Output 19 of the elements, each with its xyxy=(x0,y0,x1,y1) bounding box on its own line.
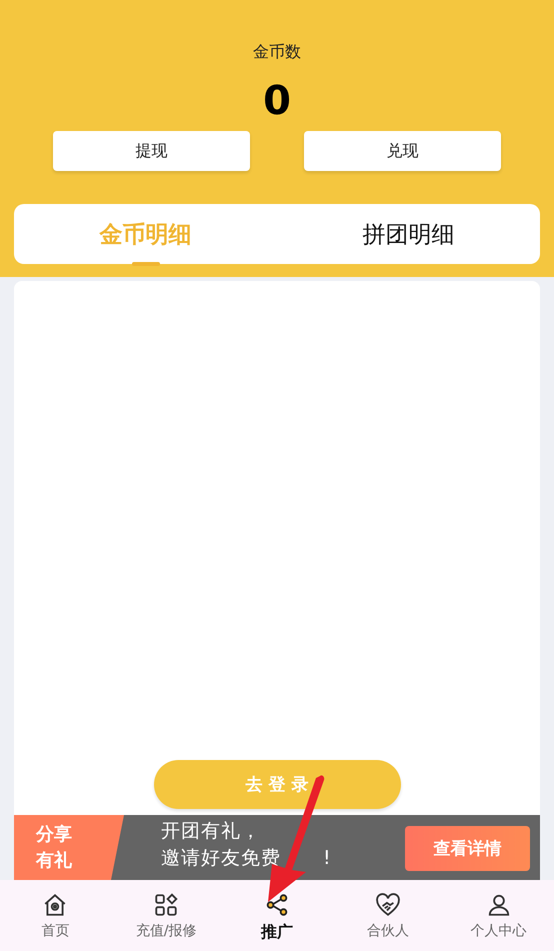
nav-item[interactable]: 推广 xyxy=(222,880,332,951)
promo-text: 开团有礼， xyxy=(161,819,261,844)
nav-item[interactable]: 充值/报修 xyxy=(110,880,222,951)
home-icon xyxy=(42,892,68,918)
redeem-button[interactable]: 兑现 xyxy=(304,131,501,171)
promo-text: ! xyxy=(323,846,332,871)
grid-icon xyxy=(153,892,180,918)
handshake-heart-icon xyxy=(374,892,401,918)
coin-count-label: 金币数 xyxy=(253,42,301,63)
promo-text: 邀请好友免费 xyxy=(161,846,281,871)
withdraw-button[interactable]: 提现 xyxy=(53,131,250,171)
promo-tag-text: 有礼 xyxy=(36,849,73,873)
tab[interactable]: 拼团明细 xyxy=(277,204,540,264)
tab-indicator xyxy=(132,262,160,266)
nav-item[interactable]: 首页 xyxy=(0,880,111,951)
coin-count-value: 0 xyxy=(263,79,291,123)
promo-tag-text: 分享 xyxy=(36,823,73,847)
nav-item[interactable]: 个人中心 xyxy=(443,880,554,951)
nav-item[interactable]: 合伙人 xyxy=(332,880,444,951)
